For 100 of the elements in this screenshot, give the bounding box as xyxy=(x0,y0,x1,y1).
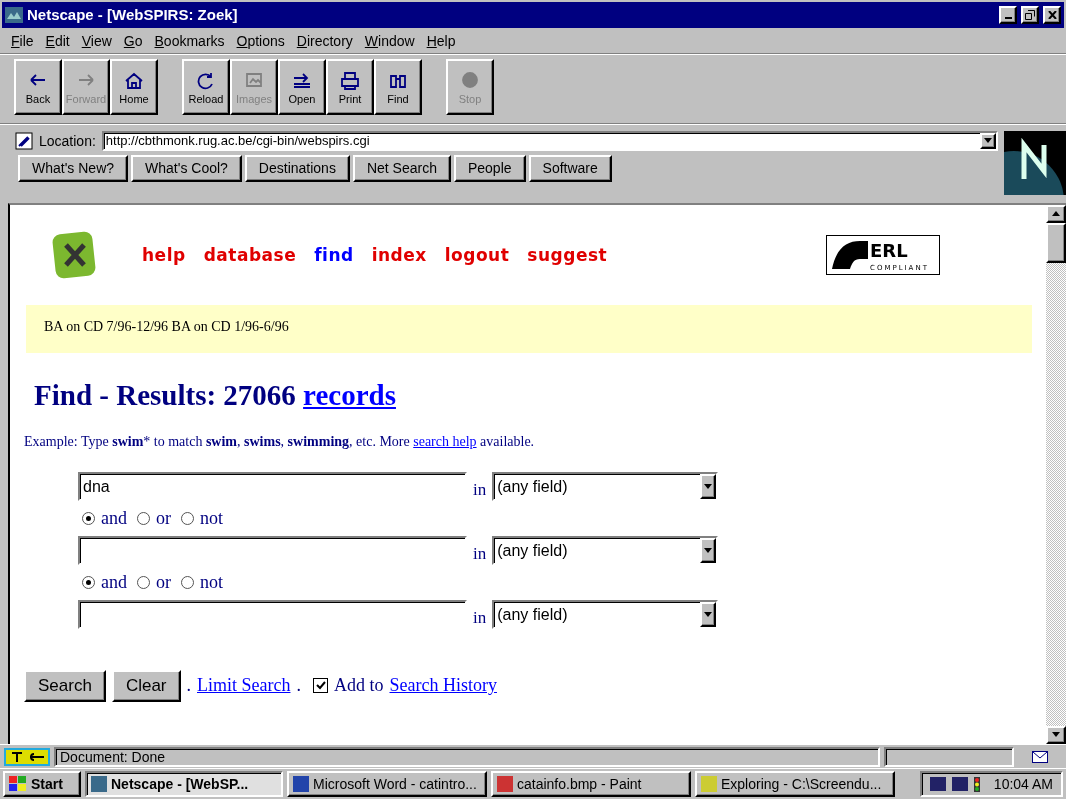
printer-icon xyxy=(339,69,361,90)
minimize-button[interactable] xyxy=(999,5,1017,24)
checkbox-label: Add to xyxy=(334,675,384,697)
radio-button[interactable] xyxy=(82,576,95,590)
radio-button[interactable] xyxy=(137,576,150,590)
dropdown-button[interactable] xyxy=(700,538,717,564)
network-icon[interactable] xyxy=(951,777,968,792)
radio-label: or xyxy=(156,508,171,530)
in-label: in xyxy=(473,543,487,564)
toolbar-button[interactable]: Print xyxy=(326,59,374,116)
restore-icon xyxy=(1025,9,1035,20)
toolbar-button[interactable]: Back xyxy=(14,59,62,116)
search-term-field[interactable]: dna xyxy=(78,472,467,502)
radio-label: not xyxy=(200,572,223,594)
radio-label: and xyxy=(101,572,127,594)
close-icon xyxy=(1047,10,1057,19)
windows-logo-icon xyxy=(9,776,27,793)
directory-button[interactable]: Net Search xyxy=(352,154,451,182)
location-label: Location: xyxy=(39,132,96,149)
directory-button[interactable]: People xyxy=(453,154,526,182)
status-text: Document: Done xyxy=(54,746,880,767)
nav-link[interactable]: find xyxy=(314,244,354,265)
toolbar-button[interactable]: Open xyxy=(278,59,326,116)
menu-item[interactable]: Window xyxy=(359,32,420,49)
location-field[interactable]: http://cbthmonk.rug.ac.be/cgi-bin/webspirs.cgi xyxy=(101,130,998,151)
menu-item[interactable]: Go xyxy=(118,32,148,49)
scroll-down-button[interactable] xyxy=(1046,725,1066,744)
scrollbar[interactable] xyxy=(1046,204,1066,744)
start-button[interactable]: Start xyxy=(3,771,81,798)
security-key-icon xyxy=(4,747,50,766)
clock: 10:04 AM xyxy=(993,776,1053,793)
mail-icon xyxy=(1032,750,1048,763)
database-banner: BA on CD 7/96-12/96 BA on CD 1/96-6/96 xyxy=(26,304,1032,353)
taskbar-button[interactable]: catainfo.bmp - Paint xyxy=(491,771,691,798)
nav-link[interactable]: database xyxy=(203,244,297,265)
limit-search-link[interactable]: Limit Search xyxy=(197,675,291,697)
scroll-up-button[interactable] xyxy=(1046,204,1066,223)
down-arrow-icon xyxy=(984,138,992,144)
search-help-link[interactable]: search help xyxy=(413,433,477,449)
in-label: in xyxy=(473,607,487,628)
taskbar-button[interactable]: Exploring - C:\Screendu... xyxy=(695,771,895,798)
radio-button[interactable] xyxy=(137,512,150,526)
nav-link[interactable]: help xyxy=(142,244,186,265)
app-icon xyxy=(497,776,513,793)
radio-label: and xyxy=(101,508,127,530)
restore-button[interactable] xyxy=(1021,5,1039,24)
field-select[interactable]: (any field) xyxy=(492,472,719,502)
toolbar-button[interactable]: Find xyxy=(374,59,422,116)
menu-item[interactable]: Directory xyxy=(291,32,358,49)
radio-button[interactable] xyxy=(181,512,194,526)
window-title: Netscape - [WebSPIRS: Zoek] xyxy=(27,6,239,24)
taskbar-button[interactable]: Microsoft Word - catintro... xyxy=(287,771,487,798)
down-arrow-icon xyxy=(1052,732,1060,738)
radio-label: or xyxy=(156,572,171,594)
form-button[interactable]: Search xyxy=(24,669,106,702)
example-text: Example: Type swim* to match swim, swims, swimming, etc. More search help available. xyxy=(24,433,536,450)
menu-item[interactable]: Options xyxy=(231,32,290,49)
radio-button[interactable] xyxy=(82,512,95,526)
toolbar-button[interactable]: Home xyxy=(110,59,158,116)
bookmark-icon xyxy=(15,131,33,150)
down-arrow-icon xyxy=(704,612,713,618)
in-label: in xyxy=(473,479,487,500)
toolbar-button[interactable]: Reload xyxy=(182,59,230,116)
form-button[interactable]: Clear xyxy=(111,669,181,702)
directory-button[interactable]: What's Cool? xyxy=(131,154,242,182)
directory-button[interactable]: Destinations xyxy=(244,154,350,182)
menu-item[interactable]: Edit xyxy=(40,32,75,49)
radio-label: not xyxy=(200,508,223,530)
taskbar-button[interactable]: Netscape - [WebSP... xyxy=(85,771,283,798)
menu-item[interactable]: File xyxy=(6,32,39,49)
directory-button[interactable]: Software xyxy=(528,154,612,182)
throbber-logo xyxy=(1004,130,1066,195)
dropdown-button[interactable] xyxy=(980,132,996,149)
minimize-icon xyxy=(1004,16,1012,19)
nav-link[interactable]: index xyxy=(371,244,427,265)
network-icon[interactable] xyxy=(929,777,946,792)
nav-link[interactable]: suggest xyxy=(527,244,608,265)
field-select[interactable]: (any field) xyxy=(492,536,719,566)
app-icon xyxy=(293,776,309,793)
field-select[interactable]: (any field) xyxy=(492,600,719,630)
menu-item[interactable]: Help xyxy=(421,32,461,49)
records-link[interactable]: records xyxy=(303,378,396,411)
nav-link[interactable]: logout xyxy=(444,244,510,265)
dropdown-button[interactable] xyxy=(700,474,717,500)
up-arrow-icon xyxy=(1052,211,1060,217)
search-history-link[interactable]: Search History xyxy=(389,675,497,697)
stop-icon xyxy=(459,69,481,90)
scroll-thumb[interactable] xyxy=(1046,222,1066,263)
menu-item[interactable]: Bookmarks xyxy=(149,32,230,49)
checkbox[interactable] xyxy=(313,678,328,694)
down-arrow-icon xyxy=(704,548,713,554)
close-button[interactable] xyxy=(1043,5,1061,24)
app-icon xyxy=(701,776,717,793)
directory-button[interactable]: What's New? xyxy=(18,154,129,182)
separator-dot: . xyxy=(186,675,191,697)
results-heading: Find - Results: 27066 records xyxy=(34,378,397,412)
dropdown-button[interactable] xyxy=(700,602,717,628)
menu-item[interactable]: View xyxy=(76,32,117,49)
traffic-light-icon[interactable] xyxy=(973,776,980,792)
radio-button[interactable] xyxy=(181,576,194,590)
